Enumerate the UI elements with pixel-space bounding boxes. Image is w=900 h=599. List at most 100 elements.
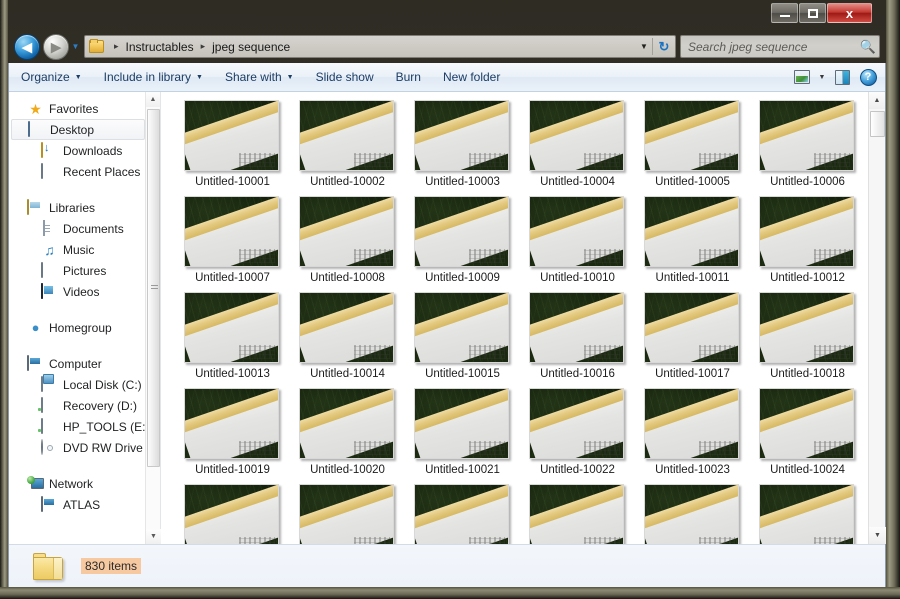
sidebar-item-favorites[interactable]: ★ Favorites bbox=[9, 98, 145, 119]
file-tile[interactable]: Untitled-10021 bbox=[405, 388, 520, 476]
file-tile[interactable]: Untitled-10003 bbox=[405, 100, 520, 188]
file-list-view[interactable]: Untitled-10001Untitled-10002Untitled-100… bbox=[161, 92, 868, 544]
picture-icon bbox=[41, 262, 43, 278]
file-tile[interactable]: Untitled-10024 bbox=[750, 388, 865, 476]
sidebar-item-documents[interactable]: Documents bbox=[9, 218, 145, 239]
sidebar-item-libraries[interactable]: Libraries bbox=[9, 197, 145, 218]
thumbnail-wrapper bbox=[644, 196, 741, 269]
sidebar-item-pictures[interactable]: Pictures bbox=[9, 260, 145, 281]
thumbnail-wrapper bbox=[644, 484, 741, 544]
sidebar-item-recovery-d[interactable]: Recovery (D:) bbox=[9, 395, 145, 416]
maximize-button[interactable] bbox=[799, 3, 826, 23]
scrollbar-thumb[interactable] bbox=[870, 111, 885, 137]
file-tile[interactable]: Untitled-10010 bbox=[520, 196, 635, 284]
scroll-up-icon[interactable]: ▲ bbox=[869, 92, 885, 109]
sidebar-item-homegroup[interactable]: ● Homegroup bbox=[9, 317, 145, 338]
file-tile[interactable]: Untitled-10027 bbox=[405, 484, 520, 544]
file-tile[interactable]: Untitled-10011 bbox=[635, 196, 750, 284]
toolbar-item-share-with[interactable]: Share with ▼ bbox=[215, 66, 304, 88]
scrollbar-thumb[interactable] bbox=[147, 109, 160, 467]
scroll-down-icon[interactable]: ▼ bbox=[869, 527, 886, 544]
file-name-label: Untitled-10004 bbox=[540, 176, 615, 188]
file-tile[interactable]: Untitled-10009 bbox=[405, 196, 520, 284]
sidebar-item-local-disk-c[interactable]: Local Disk (C:) bbox=[9, 374, 145, 395]
sidebar-item-dvd-rw-drive-f[interactable]: DVD RW Drive (F: bbox=[9, 437, 145, 458]
chevron-down-icon[interactable]: ▼ bbox=[636, 42, 652, 51]
breadcrumb-item-instructables[interactable]: Instructables bbox=[124, 39, 196, 55]
search-input[interactable] bbox=[681, 40, 857, 54]
address-bar[interactable]: ▸ Instructables ▸ jpeg sequence ▼ ↻ bbox=[84, 35, 676, 58]
toolbar-item-burn[interactable]: Burn bbox=[386, 66, 431, 88]
sidebar-item-atlas[interactable]: ATLAS bbox=[9, 494, 145, 515]
back-button[interactable]: ◀ bbox=[14, 34, 40, 60]
content-scrollbar[interactable]: ▲ ▼ bbox=[868, 92, 885, 544]
thumbnail-wrapper bbox=[644, 100, 741, 173]
file-tile[interactable]: Untitled-10019 bbox=[175, 388, 290, 476]
file-tile[interactable]: Untitled-10004 bbox=[520, 100, 635, 188]
file-tile[interactable]: Untitled-10013 bbox=[175, 292, 290, 380]
file-tile[interactable]: Untitled-10014 bbox=[290, 292, 405, 380]
sidebar-item-computer[interactable]: Computer bbox=[9, 353, 145, 374]
file-tile[interactable]: Untitled-10030 bbox=[750, 484, 865, 544]
file-tile[interactable]: Untitled-10029 bbox=[635, 484, 750, 544]
help-button[interactable]: ? bbox=[855, 66, 881, 88]
photo-text-region bbox=[814, 441, 850, 455]
thumbnail-wrapper bbox=[759, 292, 856, 365]
file-tile[interactable]: Untitled-10005 bbox=[635, 100, 750, 188]
file-tile[interactable]: Untitled-10015 bbox=[405, 292, 520, 380]
file-tile[interactable]: Untitled-10026 bbox=[290, 484, 405, 544]
file-thumbnail bbox=[184, 292, 279, 363]
file-tile[interactable]: Untitled-10028 bbox=[520, 484, 635, 544]
toolbar-item-include-in-library[interactable]: Include in library ▼ bbox=[94, 66, 213, 88]
change-view-dropdown-icon[interactable]: ▼ bbox=[815, 74, 829, 81]
thumbnail-wrapper bbox=[184, 484, 281, 544]
sidebar-item-desktop[interactable]: Desktop bbox=[11, 119, 145, 140]
file-tile[interactable]: Untitled-10001 bbox=[175, 100, 290, 188]
thumbnail-wrapper bbox=[529, 484, 626, 544]
breadcrumb-separator[interactable]: ▸ bbox=[196, 41, 211, 52]
thumbnail-wrapper bbox=[184, 100, 281, 173]
sidebar-item-network[interactable]: Network bbox=[9, 473, 145, 494]
sidebar-item-recent-places[interactable]: Recent Places bbox=[9, 161, 145, 182]
recent-pages-dropdown[interactable]: ▼ bbox=[69, 43, 82, 51]
navigation-pane-scrollbar[interactable]: ▲ ▼ bbox=[145, 92, 160, 544]
file-tile[interactable]: Untitled-10012 bbox=[750, 196, 865, 284]
sidebar-item-downloads[interactable]: Downloads bbox=[9, 140, 145, 161]
search-icon: 🔍 bbox=[857, 39, 879, 55]
file-tile[interactable]: Untitled-10022 bbox=[520, 388, 635, 476]
toolbar-item-new-folder[interactable]: New folder bbox=[433, 66, 510, 88]
sidebar-item-music[interactable]: ♫ Music bbox=[9, 239, 145, 260]
minimize-button[interactable] bbox=[771, 3, 798, 23]
toolbar-item-organize[interactable]: Organize ▼ bbox=[11, 66, 92, 88]
close-button[interactable]: x bbox=[827, 3, 872, 23]
file-thumbnail bbox=[759, 196, 854, 267]
change-view-button[interactable] bbox=[789, 66, 815, 88]
scroll-down-icon[interactable]: ▼ bbox=[146, 529, 161, 544]
file-tile[interactable]: Untitled-10017 bbox=[635, 292, 750, 380]
file-tile[interactable]: Untitled-10006 bbox=[750, 100, 865, 188]
title-bar[interactable]: x bbox=[8, 0, 886, 30]
sidebar-item-videos[interactable]: Videos bbox=[9, 281, 145, 302]
search-box[interactable]: 🔍 bbox=[680, 35, 880, 58]
thumbnail-wrapper bbox=[759, 388, 856, 461]
preview-pane-button[interactable] bbox=[829, 66, 855, 88]
breadcrumb-item-jpeg-sequence[interactable]: jpeg sequence bbox=[210, 39, 292, 55]
file-tile[interactable]: Untitled-10007 bbox=[175, 196, 290, 284]
file-thumbnail bbox=[184, 100, 279, 171]
file-tile[interactable]: Untitled-10002 bbox=[290, 100, 405, 188]
sidebar-item-hp-tools-e[interactable]: HP_TOOLS (E:) bbox=[9, 416, 145, 437]
forward-button[interactable]: ▶ bbox=[43, 34, 69, 60]
client-area: Organize ▼ Include in library ▼ Share wi… bbox=[8, 63, 886, 587]
file-tile[interactable]: Untitled-10023 bbox=[635, 388, 750, 476]
recent-places-icon bbox=[41, 163, 43, 179]
library-icon bbox=[27, 199, 29, 215]
file-tile[interactable]: Untitled-10025 bbox=[175, 484, 290, 544]
file-tile[interactable]: Untitled-10008 bbox=[290, 196, 405, 284]
scroll-up-icon[interactable]: ▲ bbox=[146, 92, 160, 107]
computer-icon bbox=[41, 496, 43, 512]
refresh-icon[interactable]: ↻ bbox=[653, 39, 675, 55]
file-tile[interactable]: Untitled-10020 bbox=[290, 388, 405, 476]
file-tile[interactable]: Untitled-10016 bbox=[520, 292, 635, 380]
file-tile[interactable]: Untitled-10018 bbox=[750, 292, 865, 380]
toolbar-item-slide-show[interactable]: Slide show bbox=[306, 66, 384, 88]
